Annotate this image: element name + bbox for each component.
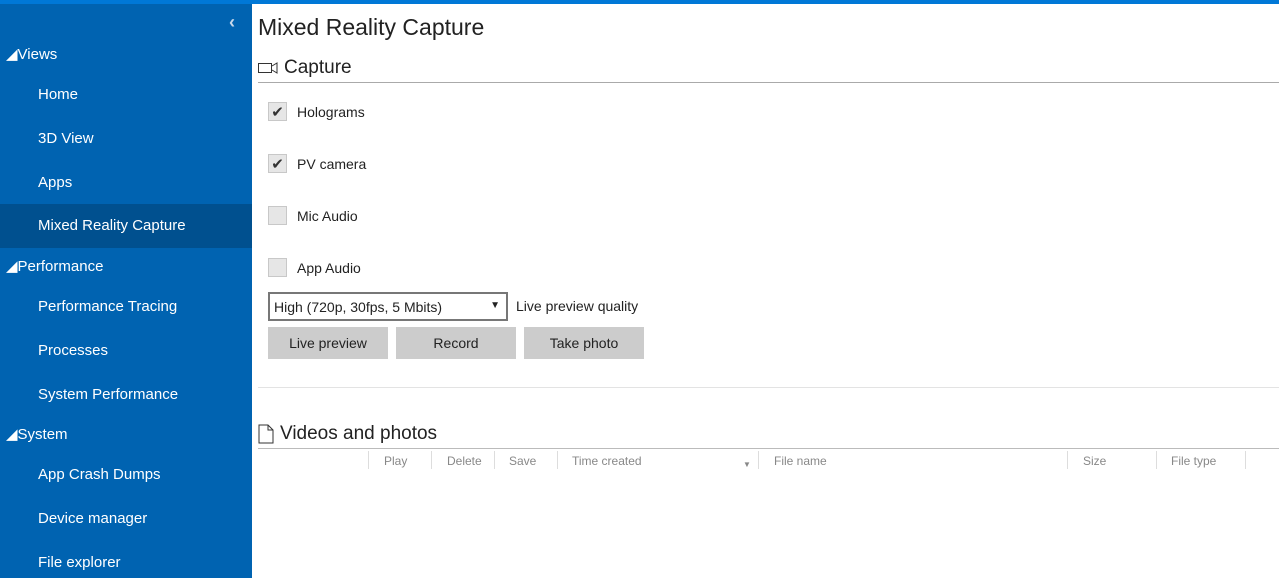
capture-heading-text: Capture: [284, 57, 352, 78]
column-separator: [431, 451, 432, 469]
sidebar-item-file-explorer[interactable]: File explorer: [0, 541, 252, 585]
page-title: Mixed Reality Capture: [258, 14, 485, 40]
column-header-time-created[interactable]: Time created: [572, 453, 642, 469]
live-preview-quality-label: Live preview quality: [516, 298, 639, 314]
sidebar-item-processes[interactable]: Processes: [0, 329, 252, 373]
dropdown-arrow-icon: ▼: [490, 300, 500, 311]
column-separator: [1245, 451, 1246, 469]
mic-audio-checkbox[interactable]: Mic Audio: [268, 206, 358, 225]
sidebar-item-apps[interactable]: Apps: [0, 161, 252, 205]
divider: [258, 387, 1279, 388]
sidebar-item-performance-tracing[interactable]: Performance Tracing: [0, 285, 252, 329]
holograms-checkbox[interactable]: ✔ Holograms: [268, 102, 365, 121]
checkmark-icon[interactable]: ✔: [268, 154, 287, 173]
document-icon: [258, 424, 274, 444]
pv-camera-checkbox[interactable]: ✔ PV camera: [268, 154, 366, 173]
sidebar: ‹ ◢Views Home 3D View Apps Mixed Reality…: [0, 4, 252, 578]
select-value: High (720p, 30fps, 5 Mbits): [274, 299, 443, 315]
column-header-size[interactable]: Size: [1083, 453, 1106, 469]
checkmark-icon[interactable]: ✔: [268, 102, 287, 121]
checkbox-label: PV camera: [297, 155, 367, 172]
checkbox-box[interactable]: [268, 206, 287, 225]
column-separator: [368, 451, 369, 469]
sidebar-item-device-manager[interactable]: Device manager: [0, 497, 252, 541]
checkbox-box[interactable]: [268, 258, 287, 277]
chevron-left-icon[interactable]: ‹: [229, 12, 235, 33]
column-header-save[interactable]: Save: [509, 453, 536, 469]
videos-heading-text: Videos and photos: [280, 423, 438, 444]
sidebar-item-mixed-reality-capture[interactable]: Mixed Reality Capture: [0, 204, 252, 248]
live-preview-quality-select[interactable]: High (720p, 30fps, 5 Mbits) ▼: [268, 292, 508, 321]
column-header-play[interactable]: Play: [384, 453, 407, 469]
sidebar-item-3d-view[interactable]: 3D View: [0, 117, 252, 161]
sidebar-section-system[interactable]: ◢System: [6, 423, 68, 447]
sidebar-item-system-performance[interactable]: System Performance: [0, 373, 252, 417]
column-separator: [557, 451, 558, 469]
live-preview-button[interactable]: Live preview: [268, 327, 388, 359]
sidebar-section-views[interactable]: ◢Views: [6, 43, 57, 67]
sidebar-section-performance[interactable]: ◢Performance: [6, 255, 103, 279]
column-separator: [1156, 451, 1157, 469]
sidebar-item-home[interactable]: Home: [0, 73, 252, 117]
checkbox-label: Mic Audio: [297, 207, 358, 224]
take-photo-button[interactable]: Take photo: [524, 327, 644, 359]
column-header-file-name[interactable]: File name: [774, 453, 827, 469]
column-separator: [494, 451, 495, 469]
divider: [258, 448, 1279, 449]
app-audio-checkbox[interactable]: App Audio: [268, 258, 361, 277]
divider: [258, 82, 1279, 83]
sidebar-item-app-crash-dumps[interactable]: App Crash Dumps: [0, 453, 252, 497]
capture-heading: Capture: [258, 57, 352, 79]
column-header-file-type[interactable]: File type: [1171, 453, 1216, 469]
checkbox-label: App Audio: [297, 259, 361, 276]
video-camera-icon: [258, 62, 278, 74]
sort-descending-icon[interactable]: ▼: [743, 457, 751, 473]
videos-heading: Videos and photos: [258, 423, 437, 445]
column-header-delete[interactable]: Delete: [447, 453, 482, 469]
checkbox-label: Holograms: [297, 103, 365, 120]
column-separator: [1067, 451, 1068, 469]
record-button[interactable]: Record: [396, 327, 516, 359]
column-separator: [758, 451, 759, 469]
